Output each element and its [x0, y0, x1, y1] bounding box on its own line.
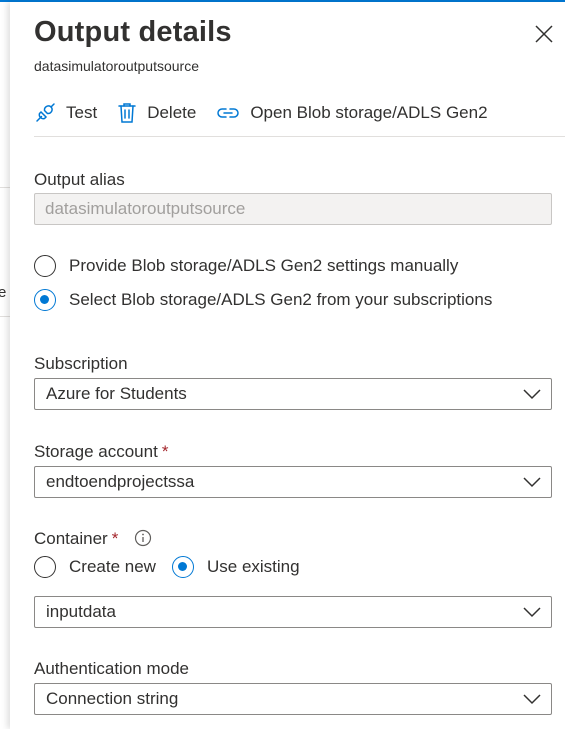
delete-button[interactable]: Delete [117, 102, 196, 124]
authentication-mode-dropdown[interactable]: Connection string [34, 683, 552, 715]
background-divider [0, 187, 10, 188]
chevron-down-icon [523, 694, 541, 705]
plug-icon [36, 103, 55, 122]
radio-button-checked[interactable] [172, 556, 194, 578]
toolbar-divider [34, 136, 565, 137]
page-subtitle: datasimulatoroutputsource [34, 58, 199, 74]
subscription-dropdown[interactable]: Azure for Students [34, 378, 552, 410]
delete-label: Delete [147, 103, 197, 122]
chevron-down-icon [523, 607, 541, 618]
trash-icon [118, 103, 136, 123]
open-blob-storage-button[interactable]: Open Blob storage/ADLS Gen2 [216, 103, 488, 123]
radio-button-unchecked[interactable] [34, 255, 56, 277]
dropdown-value: Azure for Students [46, 384, 187, 403]
info-icon[interactable] [134, 529, 152, 547]
background-blade [0, 2, 10, 729]
link-icon [217, 108, 240, 118]
page-title: Output details [34, 16, 232, 48]
radio-label: Select Blob storage/ADLS Gen2 from your … [69, 290, 493, 309]
radio-container-use-existing[interactable]: Use existing [172, 556, 300, 578]
dropdown-value: endtoendprojectssa [46, 472, 195, 491]
required-mark: * [111, 529, 119, 548]
chevron-down-icon [523, 477, 541, 488]
output-details-panel: Output details datasimulatoroutputsource… [10, 2, 565, 729]
background-divider [0, 316, 10, 317]
radio-button-checked[interactable] [34, 289, 56, 311]
test-label: Test [66, 103, 98, 122]
radio-label: Create new [69, 557, 156, 576]
close-button[interactable] [532, 22, 556, 46]
open-blob-storage-label: Open Blob storage/ADLS Gen2 [250, 103, 488, 122]
container-label-text: Container [34, 529, 108, 548]
container-dropdown[interactable]: inputdata [34, 596, 552, 628]
radio-button-unchecked[interactable] [34, 556, 56, 578]
container-label: Container * [34, 529, 118, 549]
storage-account-dropdown[interactable]: endtoendprojectssa [34, 466, 552, 498]
storage-account-label-text: Storage account [34, 442, 158, 461]
storage-account-label: Storage account * [34, 442, 168, 462]
authentication-mode-label: Authentication mode [34, 659, 189, 678]
radio-provide-manually[interactable]: Provide Blob storage/ADLS Gen2 settings … [34, 255, 458, 277]
radio-label: Use existing [207, 557, 300, 576]
chevron-down-icon [523, 389, 541, 400]
test-button[interactable]: Test [34, 102, 97, 124]
close-icon [535, 25, 553, 43]
dropdown-value: Connection string [46, 689, 179, 708]
radio-select-from-subscriptions[interactable]: Select Blob storage/ADLS Gen2 from your … [34, 289, 492, 311]
toolbar: Test Delete Open Blob storage/ADLS Gen2 [34, 100, 508, 126]
output-alias-input: datasimulatoroutputsource [34, 193, 552, 225]
subscription-label: Subscription [34, 354, 128, 373]
required-mark: * [161, 442, 169, 461]
radio-label: Provide Blob storage/ADLS Gen2 settings … [69, 256, 459, 275]
dropdown-value: inputdata [46, 602, 116, 621]
radio-container-create-new[interactable]: Create new [34, 556, 156, 578]
output-alias-label: Output alias [34, 170, 125, 189]
background-partial-text: e [0, 284, 7, 301]
